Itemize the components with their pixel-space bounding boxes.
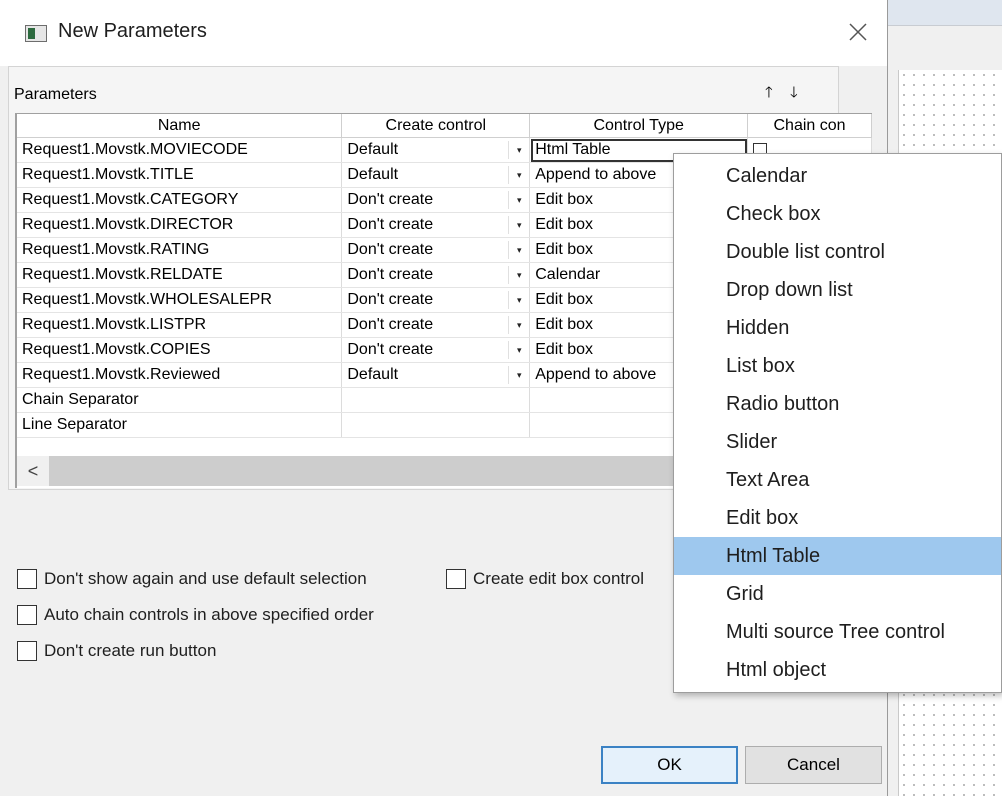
dropdown-option[interactable]: Double list control xyxy=(674,233,1001,271)
dropdown-option[interactable]: Radio button xyxy=(674,385,1001,423)
dropdown-arrow-icon[interactable]: ▾ xyxy=(509,365,529,385)
app-icon xyxy=(25,25,47,42)
dropdown-option[interactable]: Check box xyxy=(674,195,1001,233)
parameters-label: Parameters xyxy=(14,86,97,103)
create-control-value: Default xyxy=(347,166,399,183)
dropdown-option[interactable]: Calendar xyxy=(674,157,1001,195)
dialog-title: New Parameters xyxy=(58,20,207,42)
create-control-cell[interactable] xyxy=(341,412,531,438)
dont-show-again-checkbox[interactable]: Don't show again and use default selecti… xyxy=(17,569,367,589)
dropdown-arrow-icon[interactable]: ▾ xyxy=(509,215,529,235)
dropdown-option[interactable]: Edit box xyxy=(674,499,1001,537)
create-control-value: Don't create xyxy=(347,266,434,283)
param-name-cell: Request1.Movstk.CATEGORY xyxy=(17,187,343,213)
create-edit-box-checkbox[interactable]: Create edit box control xyxy=(446,569,644,589)
checkbox-box[interactable] xyxy=(17,605,37,625)
create-control-cell[interactable]: Don't create ▾ xyxy=(341,187,531,213)
dropdown-option[interactable]: Multi source Tree control xyxy=(674,613,1001,651)
dropdown-arrow-icon[interactable]: ▾ xyxy=(509,265,529,285)
create-control-cell[interactable] xyxy=(341,387,531,413)
param-name-cell: Request1.Movstk.RELDATE xyxy=(17,262,343,288)
param-name-cell: Request1.Movstk.DIRECTOR xyxy=(17,212,343,238)
dropdown-arrow-icon[interactable]: ▾ xyxy=(509,190,529,210)
create-control-cell[interactable]: Don't create ▾ xyxy=(341,262,531,288)
ok-button[interactable]: OK xyxy=(601,746,738,784)
dropdown-arrow-icon[interactable]: ▾ xyxy=(509,340,529,360)
dropdown-option[interactable]: Text Area xyxy=(674,461,1001,499)
param-name-cell: Chain Separator xyxy=(17,387,343,413)
column-header-create-control[interactable]: Create control xyxy=(341,114,531,138)
dropdown-arrow-icon[interactable]: ▾ xyxy=(509,290,529,310)
param-name-cell: Request1.Movstk.TITLE xyxy=(17,162,343,188)
create-control-value: Don't create xyxy=(347,316,434,333)
checkbox-box[interactable] xyxy=(17,641,37,661)
create-control-value: Default xyxy=(347,366,399,383)
dropdown-arrow-icon[interactable]: ▾ xyxy=(509,315,529,335)
param-name-cell: Line Separator xyxy=(17,412,343,438)
close-button[interactable] xyxy=(838,14,878,50)
move-up-arrow-icon[interactable]: 🡑 xyxy=(765,85,773,101)
grid-header-row: Name Create control Control Type Chain c… xyxy=(17,114,872,138)
create-control-value: Don't create xyxy=(347,191,434,208)
control-type-dropdown-list: Calendar Check box Double list control Drop… xyxy=(673,153,1002,693)
dropdown-option[interactable]: Html object xyxy=(674,651,1001,689)
param-name-cell: Request1.Movstk.COPIES xyxy=(17,337,343,363)
column-header-chain[interactable]: Chain con xyxy=(747,114,872,138)
dropdown-option[interactable]: Hidden xyxy=(674,309,1001,347)
create-control-cell[interactable]: Don't create ▾ xyxy=(341,287,531,313)
dropdown-option[interactable]: Html Table xyxy=(674,537,1001,575)
title-bar: New Parameters xyxy=(0,0,887,66)
horizontal-scrollbar[interactable]: < xyxy=(17,456,717,486)
param-name-cell: Request1.Movstk.Reviewed xyxy=(17,362,343,388)
create-control-value: Don't create xyxy=(347,216,434,233)
dropdown-arrow-icon[interactable]: ▾ xyxy=(509,140,529,160)
dropdown-option[interactable]: Grid xyxy=(674,575,1001,613)
checkbox-box[interactable] xyxy=(17,569,37,589)
dropdown-option[interactable]: Slider xyxy=(674,423,1001,461)
designer-tab-strip xyxy=(888,0,1002,26)
param-name-cell: Request1.Movstk.MOVIECODE xyxy=(17,137,343,163)
param-name-cell: Request1.Movstk.LISTPR xyxy=(17,312,343,338)
dropdown-option[interactable]: List box xyxy=(674,347,1001,385)
create-control-value: Don't create xyxy=(347,291,434,308)
create-control-cell[interactable]: Default ▾ xyxy=(341,162,531,188)
create-control-value: Don't create xyxy=(347,341,434,358)
create-edit-box-label: Create edit box control xyxy=(473,569,645,588)
auto-chain-checkbox[interactable]: Auto chain controls in above specified o… xyxy=(17,605,374,625)
auto-chain-label: Auto chain controls in above specified o… xyxy=(44,605,374,624)
scroll-left-icon[interactable]: < xyxy=(17,456,49,486)
create-control-cell[interactable]: Don't create ▾ xyxy=(341,237,531,263)
dont-show-again-label: Don't show again and use default selecti… xyxy=(44,569,367,588)
create-control-cell[interactable]: Don't create ▾ xyxy=(341,312,531,338)
param-name-cell: Request1.Movstk.WHOLESALEPR xyxy=(17,287,343,313)
column-header-control-type[interactable]: Control Type xyxy=(529,114,749,138)
move-down-arrow-icon[interactable]: 🡓 xyxy=(790,85,798,101)
create-control-cell[interactable]: Default ▾ xyxy=(341,362,531,388)
create-control-value: Don't create xyxy=(347,241,434,258)
create-control-value: Default xyxy=(347,141,399,158)
dropdown-arrow-icon[interactable]: ▾ xyxy=(509,165,529,185)
checkbox-box[interactable] xyxy=(446,569,466,589)
param-name-cell: Request1.Movstk.RATING xyxy=(17,237,343,263)
create-control-cell[interactable]: Don't create ▾ xyxy=(341,337,531,363)
dont-create-run-label: Don't create run button xyxy=(44,641,217,660)
column-header-name[interactable]: Name xyxy=(17,114,343,138)
dont-create-run-checkbox[interactable]: Don't create run button xyxy=(17,641,216,661)
close-icon xyxy=(849,23,867,41)
dropdown-option[interactable]: Drop down list xyxy=(674,271,1001,309)
cancel-button[interactable]: Cancel xyxy=(745,746,882,784)
create-control-cell[interactable]: Default ▾ xyxy=(341,137,531,163)
dropdown-arrow-icon[interactable]: ▾ xyxy=(509,240,529,260)
create-control-cell[interactable]: Don't create ▾ xyxy=(341,212,531,238)
